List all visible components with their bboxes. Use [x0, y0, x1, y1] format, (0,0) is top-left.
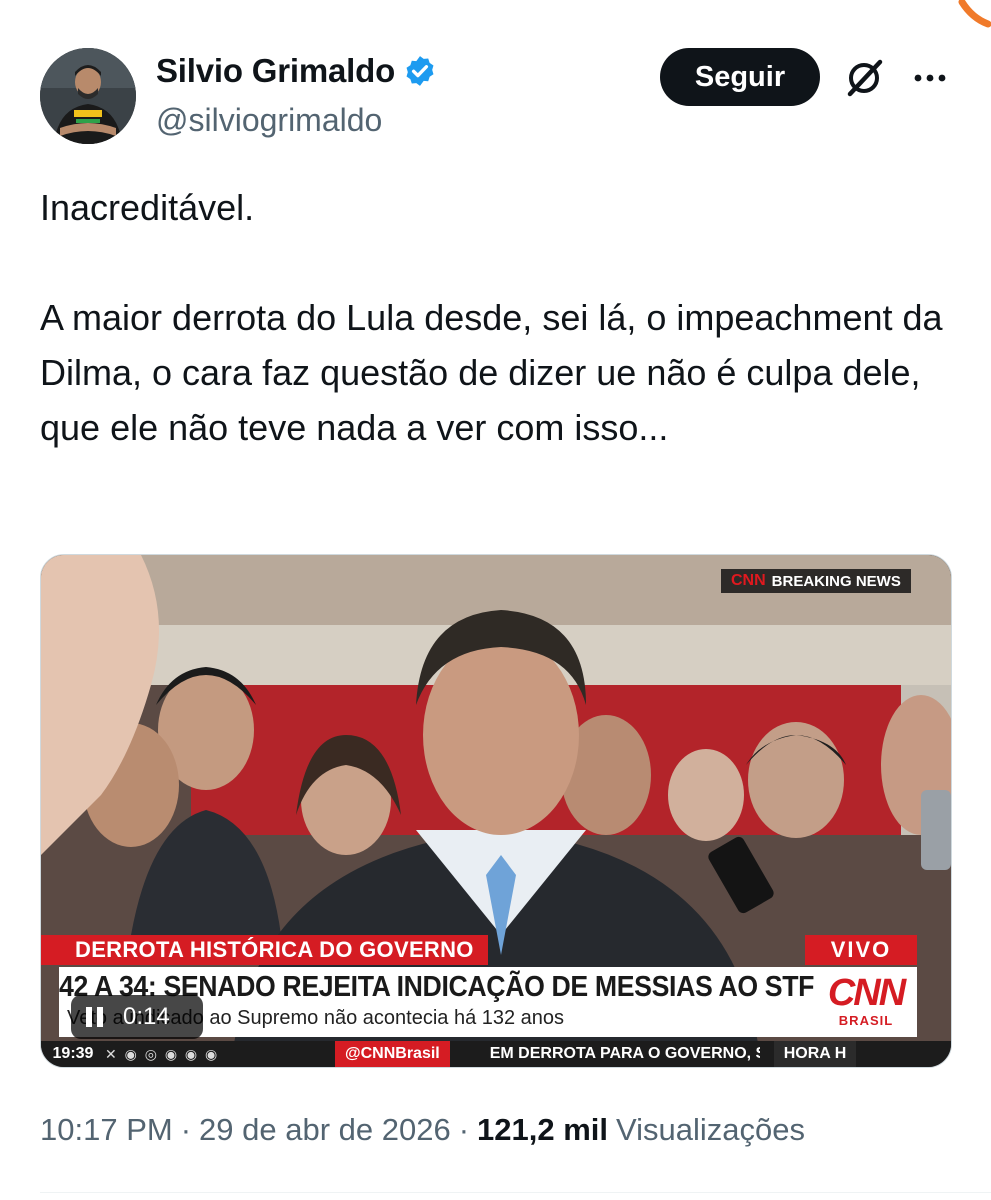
- lower-third-title: DERROTA HISTÓRICA DO GOVERNO: [41, 935, 488, 965]
- author-name-row: Silvio Grimaldo: [156, 52, 437, 90]
- more-options-icon[interactable]: [910, 58, 950, 98]
- follow-button[interactable]: Seguir: [660, 48, 820, 106]
- tweet-paragraph: A maior derrota do Lula desde, sei lá, o…: [40, 297, 943, 448]
- breaking-label: BREAKING NEWS: [771, 572, 901, 590]
- tweet-date[interactable]: 29 de abr de 2026: [199, 1112, 451, 1148]
- live-badge: VIVO: [805, 935, 917, 965]
- video-player[interactable]: CNN BREAKING NEWS DERROTA HISTÓRICA DO G…: [40, 554, 952, 1068]
- cnn-brasil-logo: CNN BRASIL: [821, 973, 911, 1033]
- meta-separator: ·: [458, 1112, 470, 1147]
- ticker-time: 19:39: [52, 1045, 94, 1062]
- ticker-text: EM DERROTA PARA O GOVERNO, S: [489, 1045, 760, 1062]
- ticker-handle: @CNNBrasil: [335, 1041, 450, 1067]
- grok-icon[interactable]: [842, 56, 886, 100]
- news-ticker: 19:39 ✕ ◉ ◎ ◉ ◉ ◉ @CNNBrasil EM DERROTA …: [41, 1041, 951, 1067]
- cnn-logo-text: CNN: [827, 972, 906, 1014]
- tweet-time[interactable]: 10:17 PM: [40, 1112, 173, 1148]
- avatar[interactable]: [40, 48, 136, 144]
- views-label: Visualizações: [616, 1112, 805, 1147]
- author-handle[interactable]: @silviogrimaldo: [156, 102, 382, 139]
- social-icons: ✕ ◉ ◎ ◉ ◉ ◉: [105, 1045, 220, 1062]
- author-name[interactable]: Silvio Grimaldo: [156, 52, 395, 90]
- tweet-paragraph: Inacreditável.: [40, 187, 255, 228]
- tweet-meta: 10:17 PM · 29 de abr de 2026 · 121,2 mil…: [40, 1112, 805, 1148]
- tweet-text: Inacreditável. A maior derrota do Lula d…: [40, 180, 960, 455]
- views-count[interactable]: 121,2 mil: [477, 1112, 608, 1148]
- divider: [40, 1192, 991, 1193]
- meta-separator: ·: [180, 1112, 192, 1147]
- video-duration: 0:14: [123, 1003, 170, 1030]
- ticker-segment: HORA H: [773, 1041, 857, 1067]
- corner-annotation-mark: [958, 0, 991, 28]
- verified-badge-icon: [406, 56, 434, 86]
- breaking-brand: CNN: [731, 572, 766, 589]
- breaking-news-badge: CNN BREAKING NEWS: [721, 569, 911, 593]
- pause-icon[interactable]: [85, 1007, 105, 1027]
- video-playback-control[interactable]: 0:14: [71, 995, 203, 1039]
- cnn-logo-sub: BRASIL: [838, 1013, 894, 1028]
